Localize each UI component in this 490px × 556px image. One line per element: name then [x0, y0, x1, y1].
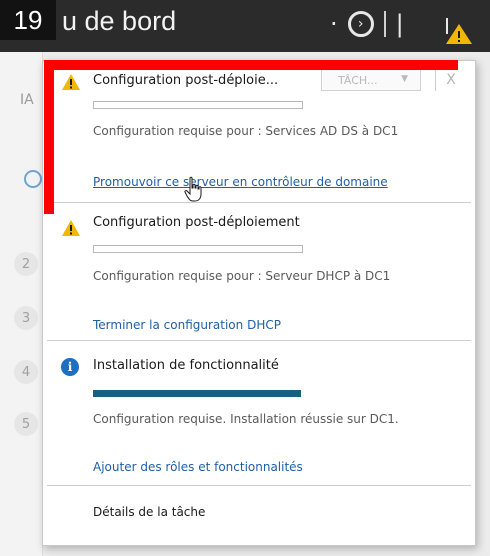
notifications-panel: Configuration post-déploie... TÂCH... ▼ …	[42, 60, 476, 546]
server-manager-header: u de bord · › |	[0, 0, 490, 52]
warning-icon	[62, 74, 80, 90]
close-notification-button[interactable]: X	[443, 69, 459, 91]
background-step-2: 2	[14, 252, 38, 276]
dashboard-left-strip: IA 2 3 4 5	[0, 52, 43, 556]
header-dropdown-caret-icon[interactable]: ·	[330, 10, 338, 38]
page-title-fragment: u de bord	[62, 6, 177, 36]
header-separator	[383, 11, 386, 37]
notification-item: Configuration post-déploiement Configura…	[43, 203, 475, 341]
notifications-flag-warning-icon[interactable]	[444, 16, 474, 46]
notification-description: Configuration requise pour : Serveur DHC…	[93, 269, 391, 283]
add-roles-features-link[interactable]: Ajouter des rôles et fonctionnalités	[93, 460, 303, 474]
progress-bar-complete	[93, 390, 301, 397]
highlight-annotation-left	[44, 60, 54, 214]
warning-icon	[62, 220, 80, 236]
dropdown-separator	[435, 69, 436, 91]
notification-title: Installation de fonctionnalité	[93, 358, 279, 373]
chevron-down-icon: ▼	[401, 74, 408, 84]
background-step-4: 4	[14, 360, 38, 384]
notification-item: i Installation de fonctionnalité Configu…	[43, 341, 475, 481]
notification-description: Configuration requise pour : Services AD…	[93, 124, 399, 138]
hand-cursor-icon	[184, 176, 202, 202]
step-number-badge: 19	[0, 0, 56, 40]
notification-title: Configuration post-déploie...	[93, 73, 279, 88]
progress-bar	[93, 101, 303, 109]
divider	[47, 485, 471, 486]
header-bar-icon: |	[395, 10, 404, 38]
task-dropdown[interactable]: TÂCH... ▼	[321, 69, 421, 91]
background-text-fragment: IA	[20, 92, 34, 108]
background-step-3: 3	[14, 306, 38, 330]
progress-bar	[93, 245, 303, 253]
background-step-5: 5	[14, 412, 38, 436]
notification-title: Configuration post-déploiement	[93, 215, 300, 230]
header-controls: · › |	[330, 4, 404, 44]
notification-item: Configuration post-déploie... TÂCH... ▼ …	[43, 61, 475, 209]
info-icon: i	[61, 358, 79, 376]
highlight-annotation-top	[44, 60, 458, 70]
promote-domain-controller-link[interactable]: Promouvoir ce serveur en contrôleur de d…	[93, 175, 388, 189]
task-details-link[interactable]: Détails de la tâche	[93, 505, 205, 519]
refresh-icon[interactable]: ›	[347, 11, 374, 37]
notification-description: Configuration requise. Installation réus…	[93, 412, 399, 426]
complete-dhcp-configuration-link[interactable]: Terminer la configuration DHCP	[93, 318, 281, 332]
task-dropdown-label: TÂCH...	[338, 73, 378, 87]
background-circle-icon	[24, 170, 42, 188]
